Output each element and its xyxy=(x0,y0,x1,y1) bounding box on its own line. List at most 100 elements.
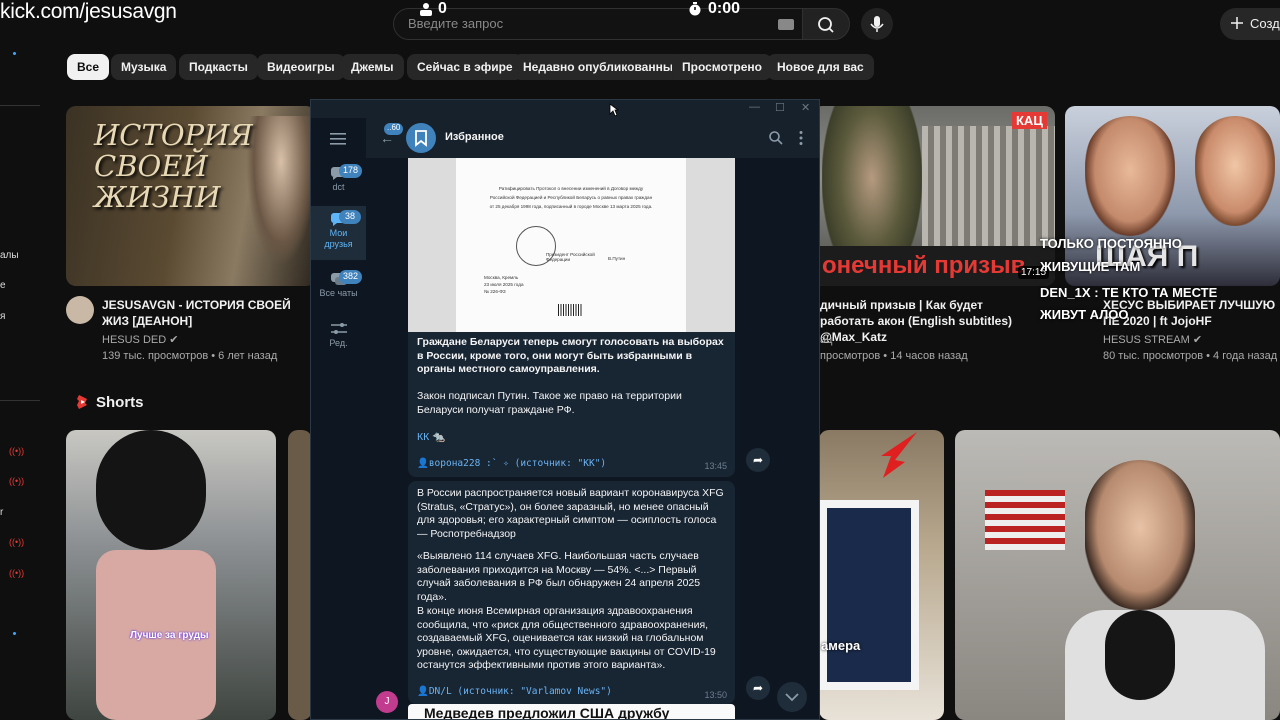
rail-item[interactable]: е xyxy=(0,280,6,291)
video-title[interactable]: JESUSAVGN - ИСТОРИЯ СВОЕЙ ЖИЗ [ДЕАНОН] xyxy=(102,297,317,329)
folder-label: Ред. xyxy=(329,338,348,348)
voice-search-button[interactable] xyxy=(861,8,893,40)
frame-image xyxy=(819,500,919,690)
chat-title[interactable]: Избранное xyxy=(445,131,504,143)
short-thumbnail[interactable]: амера xyxy=(819,430,944,720)
message-bubble[interactable]: Ратифицировать Протокол о внесении измен… xyxy=(408,158,735,477)
search-icon[interactable] xyxy=(768,130,784,151)
plus-icon xyxy=(1231,17,1243,29)
short-caption: Лучше за груды xyxy=(130,630,209,641)
unread-badge: 382 xyxy=(339,270,363,284)
stream-url-overlay: kick.com/jesusavgn xyxy=(0,0,177,23)
message-bubble[interactable]: В России распространяется новый вариант … xyxy=(408,481,735,704)
short-thumbnail[interactable] xyxy=(288,430,312,720)
video-title[interactable]: ХЕСУС ВЫБИРАЕТ ЛУЧШУЮ ПЕ 2020 | ft JojoH… xyxy=(1103,297,1280,329)
document-line: В.Путин xyxy=(608,256,626,261)
video-meta: 80 тыс. просмотров • 4 года назад xyxy=(1103,350,1278,362)
minimize-button[interactable]: — xyxy=(749,101,760,113)
channel-name[interactable]: HESUS STREAM ✔ xyxy=(1103,333,1202,348)
folder-label: Мои друзья xyxy=(324,228,353,249)
telegram-window[interactable]: — ☐ ✕ dct 178 Мои друзья 38 Все чаты 382… xyxy=(310,99,820,720)
search-button[interactable] xyxy=(802,8,850,40)
document-line: 23 июля 2025 года xyxy=(484,282,524,287)
video-thumbnail[interactable]: онечный призыв КАЦ 17:15 xyxy=(812,106,1055,286)
viewer-counter: 0 xyxy=(438,0,447,17)
rail-item[interactable]: я xyxy=(0,311,5,322)
message-source[interactable]: 👤ворона228 :` ✧ (источник: "КК") xyxy=(417,458,606,469)
face-image xyxy=(1195,116,1275,226)
chat-header: ← ..60 Избранное xyxy=(366,118,819,158)
scroll-down-button[interactable] xyxy=(777,682,807,712)
message-bubble[interactable]: Медведев предложил США дружбу xyxy=(408,704,735,719)
arrow-icon xyxy=(879,430,919,485)
chip-live-now[interactable]: Сейчас в эфире xyxy=(407,54,523,80)
forward-button[interactable]: ➦ xyxy=(746,448,770,472)
keyboard-icon[interactable] xyxy=(778,19,794,30)
close-button[interactable]: ✕ xyxy=(801,101,810,114)
video-meta: просмотров • 14 часов назад xyxy=(820,350,968,362)
live-icon: ((•)) xyxy=(9,446,25,456)
message-text: Закон подписал Путин. Такое же право на … xyxy=(417,390,682,416)
video-meta: 139 тыс. просмотров • 6 лет назад xyxy=(102,350,278,362)
chip-videogames[interactable]: Видеоигры xyxy=(257,54,345,80)
chip-podcasts[interactable]: Подкасты xyxy=(179,54,258,80)
streamer-face xyxy=(1085,460,1195,610)
chip-jams[interactable]: Джемы xyxy=(341,54,404,80)
document-line: Ратифицировать Протокол о внесении измен… xyxy=(498,186,644,191)
message-time: 13:50 xyxy=(704,690,727,700)
chip-all[interactable]: Все xyxy=(67,54,110,80)
message-text: В конце июня Всемирная организация здрав… xyxy=(417,605,716,671)
flag-image xyxy=(985,490,1065,550)
create-button[interactable]: Созд xyxy=(1220,8,1280,40)
rail-dot xyxy=(13,52,16,55)
chevron-down-icon xyxy=(785,693,799,702)
saved-messages-avatar[interactable] xyxy=(406,123,436,153)
short-thumbnail[interactable]: Лучше за груды xyxy=(66,430,276,720)
video-title[interactable]: дичный призыв | Как будет работать акон … xyxy=(820,297,1040,345)
chip-new-for-you[interactable]: Новое для вас xyxy=(767,54,874,80)
live-icon: ((•)) xyxy=(9,568,25,578)
sender-avatar[interactable]: J xyxy=(376,691,398,713)
document-line: Российской Федерацией и Республикой Бела… xyxy=(489,195,653,200)
bookmark-icon xyxy=(415,130,427,147)
folder-dct[interactable]: dct 178 xyxy=(311,160,366,204)
mic-icon xyxy=(870,16,884,32)
stream-timer: 0:00 xyxy=(708,0,741,17)
folder-edit[interactable]: Ред. xyxy=(311,316,366,360)
rail-item[interactable]: r xyxy=(0,507,3,518)
live-icon: ((•)) xyxy=(9,476,25,486)
window-titlebar[interactable]: — ☐ ✕ xyxy=(311,100,819,118)
search-icon xyxy=(818,17,834,33)
chip-recently-uploaded[interactable]: Недавно опубликованные xyxy=(513,54,690,80)
rail-divider xyxy=(0,400,40,401)
sliders-icon xyxy=(330,323,347,334)
barcode-image xyxy=(558,304,582,316)
unread-badge: 178 xyxy=(339,164,363,178)
chat-overlay-line: ЖИВУЩИЕ ТАМ xyxy=(1040,259,1141,274)
message-preview-title: Медведев предложил США дружбу xyxy=(424,705,670,719)
message-tag[interactable]: КК 🐀 xyxy=(417,431,727,445)
maximize-button[interactable]: ☐ xyxy=(775,101,785,114)
chip-music[interactable]: Музыка xyxy=(111,54,177,80)
channel-name[interactable]: HESUS DED ✔ xyxy=(102,333,178,348)
channel-name[interactable]: ац xyxy=(820,333,832,348)
folder-all-chats[interactable]: Все чаты 382 xyxy=(311,266,366,310)
forward-button[interactable]: ➦ xyxy=(746,676,770,700)
folder-label: dct xyxy=(332,182,345,192)
document-line: Москва, Кремль xyxy=(484,275,519,280)
folder-my-friends[interactable]: Мои друзья 38 xyxy=(311,206,366,260)
rail-item[interactable]: алы xyxy=(0,250,19,261)
message-text: «Выявлено 114 случаев XFG. Наибольшая ча… xyxy=(417,550,701,603)
video-thumbnail[interactable]: ИСТОРИЯ СВОЕЙ ЖИЗНИ xyxy=(66,106,316,286)
message-source[interactable]: 👤DN/L (источник: "Varlamov News") xyxy=(417,686,612,697)
search-input[interactable]: Введите запрос xyxy=(393,8,809,40)
webcam-feed xyxy=(955,430,1280,720)
unread-badge: ..60 xyxy=(384,123,404,135)
document-line: от 25 декабря 1998 года, подписанный в г… xyxy=(489,204,653,209)
message-photo[interactable]: Ратифицировать Протокол о внесении измен… xyxy=(408,158,735,332)
more-options-icon[interactable] xyxy=(798,130,804,151)
channel-avatar[interactable] xyxy=(66,296,94,324)
menu-icon[interactable] xyxy=(330,132,346,150)
message-list[interactable]: Ратифицировать Протокол о внесении измен… xyxy=(366,158,819,719)
chip-watched[interactable]: Просмотрено xyxy=(672,54,773,80)
